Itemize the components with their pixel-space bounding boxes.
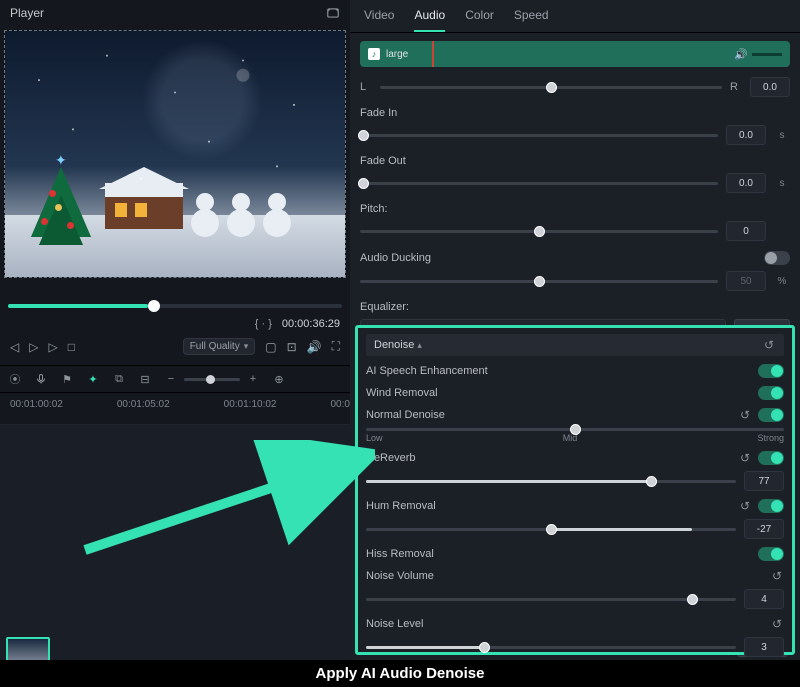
zoom-in-icon[interactable]: + <box>246 372 260 386</box>
ducking-value: 50 <box>726 271 766 291</box>
reset-icon[interactable]: ↺ <box>738 451 752 465</box>
fade-out-slider[interactable] <box>360 182 718 185</box>
video-preview[interactable]: ✦ <box>4 30 346 278</box>
balance-slider[interactable] <box>380 86 722 89</box>
pitch-value[interactable]: 0 <box>726 221 766 241</box>
denoise-section-title[interactable]: Denoise <box>374 339 414 351</box>
ai-icon[interactable]: ✦ <box>86 372 100 386</box>
equalizer-label: Equalizer: <box>360 301 790 313</box>
noise-level-label: Noise Level <box>366 618 423 630</box>
reset-icon[interactable]: ↺ <box>770 569 784 583</box>
reset-icon[interactable]: ↺ <box>738 499 752 513</box>
denoise-panel: Denoise ▴ ↺ AI Speech Enhancement Wind R… <box>355 325 795 655</box>
ruler-mark: 00:01:10:02 <box>224 399 277 410</box>
reset-icon[interactable]: ↺ <box>738 408 752 422</box>
seconds-unit: s <box>774 130 790 141</box>
quality-label: Full Quality <box>190 341 240 352</box>
fade-in-slider[interactable] <box>360 134 718 137</box>
hum-removal-toggle[interactable] <box>758 499 784 513</box>
ruler-mark: 00:01:05:02 <box>117 399 170 410</box>
clip-volume-slider[interactable] <box>752 53 782 56</box>
tri-strong: Strong <box>757 433 784 443</box>
snap-icon[interactable]: ⊟ <box>138 372 152 386</box>
caption: Apply AI Audio Denoise <box>0 660 800 687</box>
noise-level-slider[interactable] <box>366 646 736 649</box>
volume-icon[interactable]: 🔊 <box>307 340 322 354</box>
tab-speed[interactable]: Speed <box>514 8 549 22</box>
play-icon[interactable]: ▷ <box>29 340 38 354</box>
noise-volume-label: Noise Volume <box>366 570 434 582</box>
fade-in-value[interactable]: 0.0 <box>726 125 766 145</box>
noise-volume-value[interactable]: 4 <box>744 589 784 609</box>
wind-removal-toggle[interactable] <box>758 386 784 400</box>
hum-removal-value[interactable]: -27 <box>744 519 784 539</box>
mic-icon[interactable] <box>34 372 48 386</box>
marker-icon[interactable]: ⚑ <box>60 372 74 386</box>
balance-value[interactable]: 0.0 <box>750 77 790 97</box>
chevron-down-icon: ▾ <box>244 341 249 352</box>
ruler-mark: 00:01:00:02 <box>10 399 63 410</box>
playhead-slider[interactable] <box>8 304 342 308</box>
pitch-slider[interactable] <box>360 230 718 233</box>
tab-color[interactable]: Color <box>465 8 494 22</box>
ducking-slider[interactable] <box>360 280 718 283</box>
ai-speech-label: AI Speech Enhancement <box>366 365 488 377</box>
music-note-icon: ♪ <box>368 48 380 60</box>
balance-left-label: L <box>360 81 372 93</box>
percent-unit: % <box>774 276 790 287</box>
tab-audio[interactable]: Audio <box>414 8 445 32</box>
playhead-track-icon[interactable]: ⦿ <box>8 372 22 386</box>
pitch-label: Pitch: <box>360 203 790 215</box>
timeline-ruler[interactable]: 00:01:00:02 00:01:05:02 00:01:10:02 00:0… <box>0 393 350 425</box>
fade-out-label: Fade Out <box>360 155 790 167</box>
fit-icon[interactable]: ⊕ <box>272 372 286 386</box>
next-frame-icon[interactable]: ▷ <box>48 340 57 354</box>
noise-volume-slider[interactable] <box>366 598 736 601</box>
ai-speech-toggle[interactable] <box>758 364 784 378</box>
ducking-toggle[interactable] <box>764 251 790 265</box>
player-title: Player <box>10 6 44 20</box>
zoom-slider[interactable] <box>184 378 240 381</box>
timeline-tracks[interactable] <box>0 425 350 675</box>
seconds-unit: s <box>774 178 790 189</box>
timeline-toolbar: ⦿ ⚑ ✦ ⧉ ⊟ − + ⊕ <box>0 366 350 393</box>
dereverb-label: DeReverb <box>366 452 416 464</box>
stop-icon[interactable]: □ <box>68 340 75 354</box>
prev-frame-icon[interactable]: ◁ <box>10 340 19 354</box>
audio-clip-bar[interactable]: ♪ large 🔊 <box>360 41 790 67</box>
speaker-icon: 🔊 <box>734 48 748 61</box>
crop-icon[interactable]: ▢ <box>265 340 276 354</box>
zoom-out-icon[interactable]: − <box>164 372 178 386</box>
timecode: 00:00:36:29 <box>282 318 340 330</box>
reset-icon[interactable]: ↺ <box>770 617 784 631</box>
reset-icon[interactable]: ↺ <box>762 338 776 352</box>
dereverb-slider[interactable] <box>366 480 736 483</box>
ducking-label: Audio Ducking <box>360 252 431 264</box>
chevron-up-icon: ▴ <box>417 340 422 350</box>
marker-brace: { · } <box>255 318 272 330</box>
dereverb-toggle[interactable] <box>758 451 784 465</box>
fullscreen-icon[interactable]: ⛶ <box>332 339 340 354</box>
balance-right-label: R <box>730 81 742 93</box>
dereverb-value[interactable]: 77 <box>744 471 784 491</box>
quality-selector[interactable]: Full Quality ▾ <box>183 338 256 355</box>
link-icon[interactable]: ⧉ <box>112 372 126 386</box>
normal-denoise-slider[interactable] <box>366 428 784 431</box>
fade-out-value[interactable]: 0.0 <box>726 173 766 193</box>
inspector-tabs: Video Audio Color Speed <box>350 0 800 33</box>
normal-denoise-label: Normal Denoise <box>366 409 445 421</box>
hum-removal-label: Hum Removal <box>366 500 436 512</box>
wind-removal-label: Wind Removal <box>366 387 438 399</box>
snapshot-icon[interactable] <box>326 6 340 20</box>
noise-level-value[interactable]: 3 <box>744 637 784 657</box>
hiss-removal-label: Hiss Removal <box>366 548 434 560</box>
hiss-removal-toggle[interactable] <box>758 547 784 561</box>
tab-video[interactable]: Video <box>364 8 394 22</box>
normal-denoise-toggle[interactable] <box>758 408 784 422</box>
fade-in-label: Fade In <box>360 107 790 119</box>
audio-clip-name: large <box>386 49 408 60</box>
tri-low: Low <box>366 433 383 443</box>
capture-icon[interactable]: ⊡ <box>287 340 297 354</box>
hum-removal-slider[interactable] <box>366 528 736 531</box>
